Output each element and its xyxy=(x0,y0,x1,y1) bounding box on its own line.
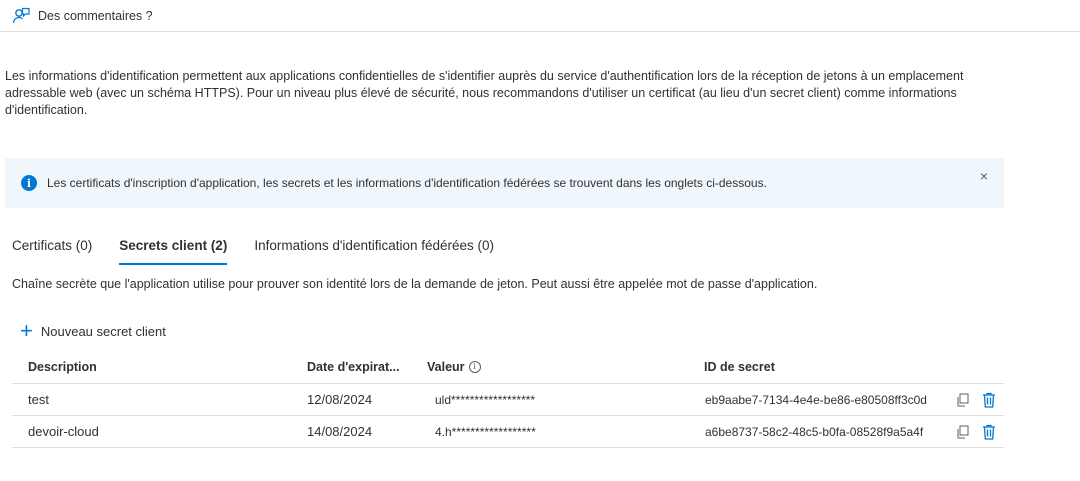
column-header-description[interactable]: Description xyxy=(28,350,97,383)
delete-icon[interactable] xyxy=(982,384,996,415)
column-header-secret-id[interactable]: ID de secret xyxy=(704,350,775,383)
feedback-link[interactable]: Des commentaires ? xyxy=(12,6,153,26)
info-icon: i xyxy=(21,175,37,191)
tab-bar: Certificats (0) Secrets client (2) Infor… xyxy=(12,236,521,265)
secret-id: eb9aabe7-7134-4e4e-be86-e80508ff3c0d xyxy=(705,392,927,407)
tab-certificates[interactable]: Certificats (0) xyxy=(12,236,92,264)
secret-value: uld****************** xyxy=(435,392,536,407)
header-divider xyxy=(0,31,1080,32)
secret-id: a6be8737-58c2-48c5-b0fa-08528f9a5a4f xyxy=(705,424,924,439)
secret-value: 4.h****************** xyxy=(435,424,536,439)
tab-federated-credentials[interactable]: Informations d'identification fédérées (… xyxy=(254,236,494,264)
column-header-value-label: Valeur xyxy=(427,359,465,374)
new-client-secret-label: Nouveau secret client xyxy=(40,323,166,339)
secret-expiry: 14/08/2024 xyxy=(307,424,373,439)
new-client-secret-button[interactable]: + Nouveau secret client xyxy=(20,318,166,343)
copy-icon[interactable] xyxy=(956,416,970,447)
close-icon[interactable]: × xyxy=(976,168,992,184)
column-header-value[interactable]: Valeur i xyxy=(427,350,481,383)
table-header-row: Description Date d'expirat... Valeur i I… xyxy=(12,350,1004,384)
copy-icon[interactable] xyxy=(956,384,970,415)
secret-description: test xyxy=(28,392,49,407)
table-row: test 12/08/2024 uld****************** eb… xyxy=(12,384,1004,416)
secret-description: devoir-cloud xyxy=(28,424,99,439)
delete-icon[interactable] xyxy=(982,416,996,447)
info-banner: i Les certificats d'inscription d'applic… xyxy=(5,158,1004,208)
feedback-icon xyxy=(12,7,30,24)
feedback-label: Des commentaires ? xyxy=(38,9,153,23)
intro-text: Les informations d'identification permet… xyxy=(5,69,964,117)
info-banner-text: Les certificats d'inscription d'applicat… xyxy=(47,176,767,190)
tab-client-secrets[interactable]: Secrets client (2) xyxy=(119,236,228,265)
plus-icon: + xyxy=(20,318,33,343)
value-info-icon[interactable]: i xyxy=(468,360,481,373)
secrets-table: Description Date d'expirat... Valeur i I… xyxy=(12,350,1004,448)
column-header-expiry[interactable]: Date d'expirat... xyxy=(307,350,400,383)
tab-description: Chaîne secrète que l'application utilise… xyxy=(12,277,818,291)
secret-expiry: 12/08/2024 xyxy=(307,392,373,407)
table-row: devoir-cloud 14/08/2024 4.h*************… xyxy=(12,416,1004,448)
